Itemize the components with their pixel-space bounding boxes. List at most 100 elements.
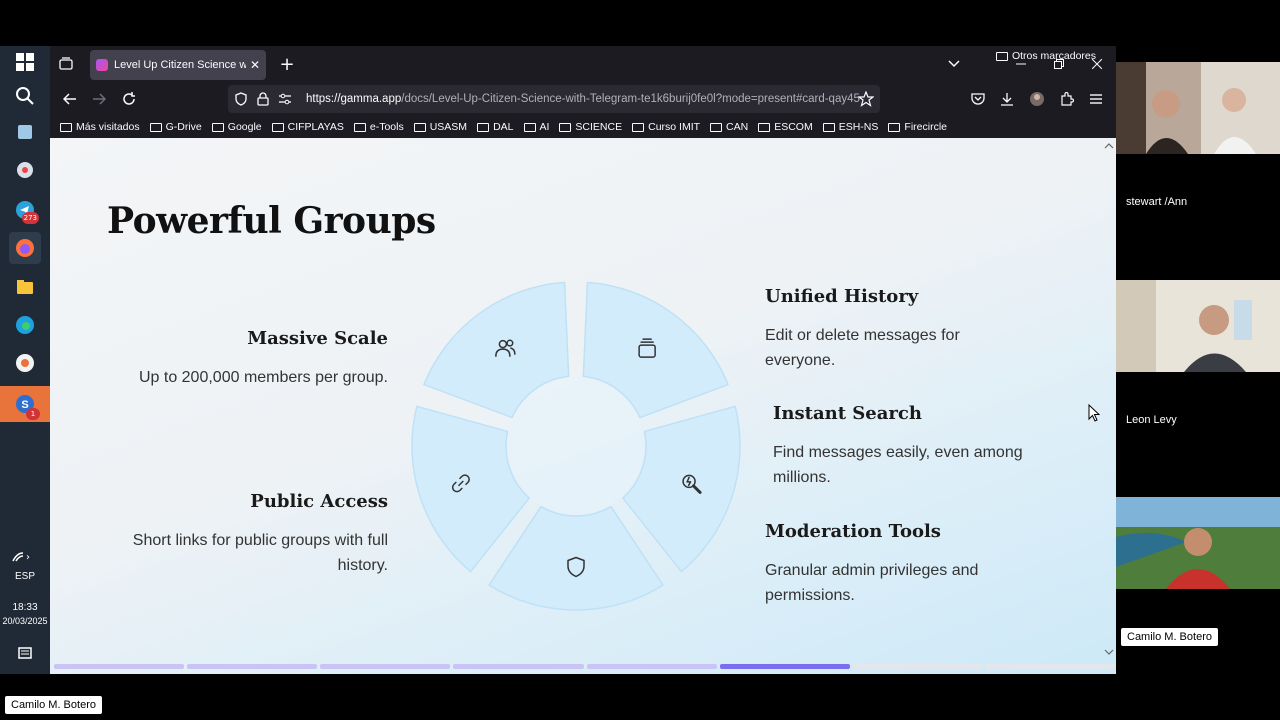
list-tabs-icon[interactable]	[942, 52, 966, 76]
feature-title-massive-scale: Massive Scale	[247, 328, 388, 349]
video-tile-leon-levy[interactable]	[1116, 280, 1280, 372]
participant-name-stewart-ann: stewart /Ann	[1126, 196, 1188, 208]
back-icon[interactable]	[58, 87, 82, 111]
forward-icon[interactable]	[87, 87, 111, 111]
feature-wheel	[411, 281, 741, 611]
bookmark-label: Firecircle	[904, 121, 947, 133]
edge-icon[interactable]	[9, 309, 41, 341]
app-badge: 1	[26, 408, 40, 420]
navigation-bar: https://gamma.app/docs/Level-Up-Citizen-…	[50, 84, 1116, 114]
wheel-center	[508, 378, 644, 514]
clock-time[interactable]: 18:33	[0, 602, 50, 613]
feature-desc-instant-search: Find messages easily, even among million…	[773, 444, 1023, 486]
clock-date[interactable]: 20/03/2025	[0, 616, 50, 626]
bookmark-label: DAL	[493, 121, 514, 133]
bookmark-item[interactable]: DAL	[477, 121, 514, 133]
account-avatar-icon[interactable]	[1025, 87, 1049, 111]
progress-segment[interactable]	[320, 664, 451, 669]
svg-text:›: ›	[26, 552, 30, 563]
slide-progress-bar[interactable]	[54, 664, 1116, 669]
bookmark-item[interactable]: CAN	[710, 121, 748, 133]
bookmark-item[interactable]: SCIENCE	[559, 121, 622, 133]
close-tab-icon[interactable]: ✕	[250, 58, 260, 72]
bookmark-item[interactable]: Curso IMIT	[632, 121, 700, 133]
search-icon[interactable]	[9, 80, 41, 112]
telegram-icon[interactable]: 273	[9, 194, 41, 226]
folder-icon	[559, 122, 572, 132]
video-tile-camilo-botero[interactable]	[1116, 497, 1280, 589]
bookmark-label: G-Drive	[165, 121, 202, 133]
bookmark-item[interactable]: ESH-NS	[822, 121, 878, 133]
progress-segment[interactable]	[985, 664, 1116, 669]
reload-icon[interactable]	[117, 87, 141, 111]
bookmarks-toolbar: Más visitados G-Drive Google CIFPLAYAS e-Too…	[50, 116, 1116, 138]
new-tab-icon[interactable]: +	[275, 52, 299, 76]
video-tile-stewart-ann[interactable]	[1116, 62, 1280, 154]
app-icon[interactable]	[9, 116, 41, 148]
tab-active[interactable]: Level Up Citizen Science with Te ✕	[90, 50, 266, 80]
pocket-icon[interactable]	[966, 87, 990, 111]
bookmark-item[interactable]: AI	[523, 121, 549, 133]
folder-icon	[149, 122, 162, 132]
url-bar[interactable]: https://gamma.app/docs/Level-Up-Citizen-…	[228, 85, 880, 113]
tab-bar: Level Up Citizen Science with Te ✕ +	[50, 46, 1116, 82]
bookmark-label: ESCOM	[774, 121, 813, 133]
notification-icon[interactable]	[9, 638, 41, 670]
download-icon[interactable]	[995, 87, 1019, 111]
bookmark-item[interactable]: USASM	[413, 121, 468, 133]
browser-window: Level Up Citizen Science with Te ✕ +	[50, 46, 1116, 674]
extensions-icon[interactable]	[1055, 87, 1079, 111]
folder-icon	[632, 122, 645, 132]
tab-overview-icon[interactable]	[54, 52, 78, 76]
progress-segment[interactable]	[453, 664, 584, 669]
menu-icon[interactable]	[1084, 87, 1108, 111]
bookmark-label: USASM	[429, 121, 468, 133]
folder-icon	[353, 122, 366, 132]
tracking-shield-icon[interactable]	[234, 92, 248, 106]
participant-name-leon-levy: Leon Levy	[1126, 414, 1177, 426]
windows-start-icon[interactable]	[9, 46, 41, 78]
progress-segment[interactable]	[54, 664, 185, 669]
url-host: https://gamma.app	[306, 93, 402, 105]
feature-title-instant-search: Instant Search	[773, 403, 922, 424]
progress-segment[interactable]	[187, 664, 318, 669]
progress-segment[interactable]	[852, 664, 983, 669]
bookmark-label: CIFPLAYAS	[287, 121, 344, 133]
feature-desc-public-access: Short links for public groups with full …	[132, 532, 388, 574]
bookmark-item[interactable]: ESCOM	[758, 121, 813, 133]
wheel-segment	[488, 505, 664, 611]
folder-icon	[758, 122, 771, 132]
file-explorer-icon[interactable]	[9, 271, 41, 303]
bookmark-item[interactable]: Google	[211, 121, 262, 133]
progress-segment[interactable]	[719, 664, 850, 669]
bookmark-item[interactable]: Firecircle	[888, 121, 947, 133]
app-icon[interactable]: S 1	[0, 386, 50, 422]
bookmark-label: SCIENCE	[575, 121, 623, 133]
feature-title-unified-history: Unified History	[765, 286, 919, 307]
wifi-icon[interactable]: ›	[6, 540, 38, 572]
bookmark-star-icon[interactable]	[858, 91, 874, 107]
bookmark-label: Google	[227, 121, 262, 133]
other-bookmarks[interactable]: Otros marcadores	[995, 50, 1096, 62]
language-indicator[interactable]: ESP	[0, 571, 50, 582]
vertical-scrollbar[interactable]	[1102, 138, 1116, 674]
firefox-icon[interactable]	[9, 232, 41, 264]
feature-title-public-access: Public Access	[250, 491, 388, 512]
url-path: /docs/Level-Up-Citizen-Science-with-Tele…	[401, 93, 860, 105]
feature-desc-moderation-tools: Granular admin privileges and permission…	[765, 562, 979, 604]
lock-icon[interactable]	[257, 92, 269, 106]
folder-icon	[710, 122, 723, 132]
permissions-icon[interactable]	[278, 93, 292, 105]
progress-segment[interactable]	[586, 664, 717, 669]
screen: 273 S 1 › ESP 18:33 20/03/2025 Level Up …	[0, 0, 1280, 720]
bookmark-item[interactable]: Más visitados	[60, 121, 140, 133]
bookmark-item[interactable]: e-Tools	[353, 121, 404, 133]
url-text[interactable]: https://gamma.app/docs/Level-Up-Citizen-…	[306, 93, 866, 105]
bookmark-item[interactable]: CIFPLAYAS	[271, 121, 344, 133]
page-title: Powerful Groups	[107, 200, 436, 242]
bookmark-item[interactable]: G-Drive	[149, 121, 202, 133]
app-icon[interactable]	[9, 154, 41, 186]
folder-icon	[822, 122, 835, 132]
folder-icon	[211, 122, 224, 132]
app-icon[interactable]	[9, 347, 41, 379]
